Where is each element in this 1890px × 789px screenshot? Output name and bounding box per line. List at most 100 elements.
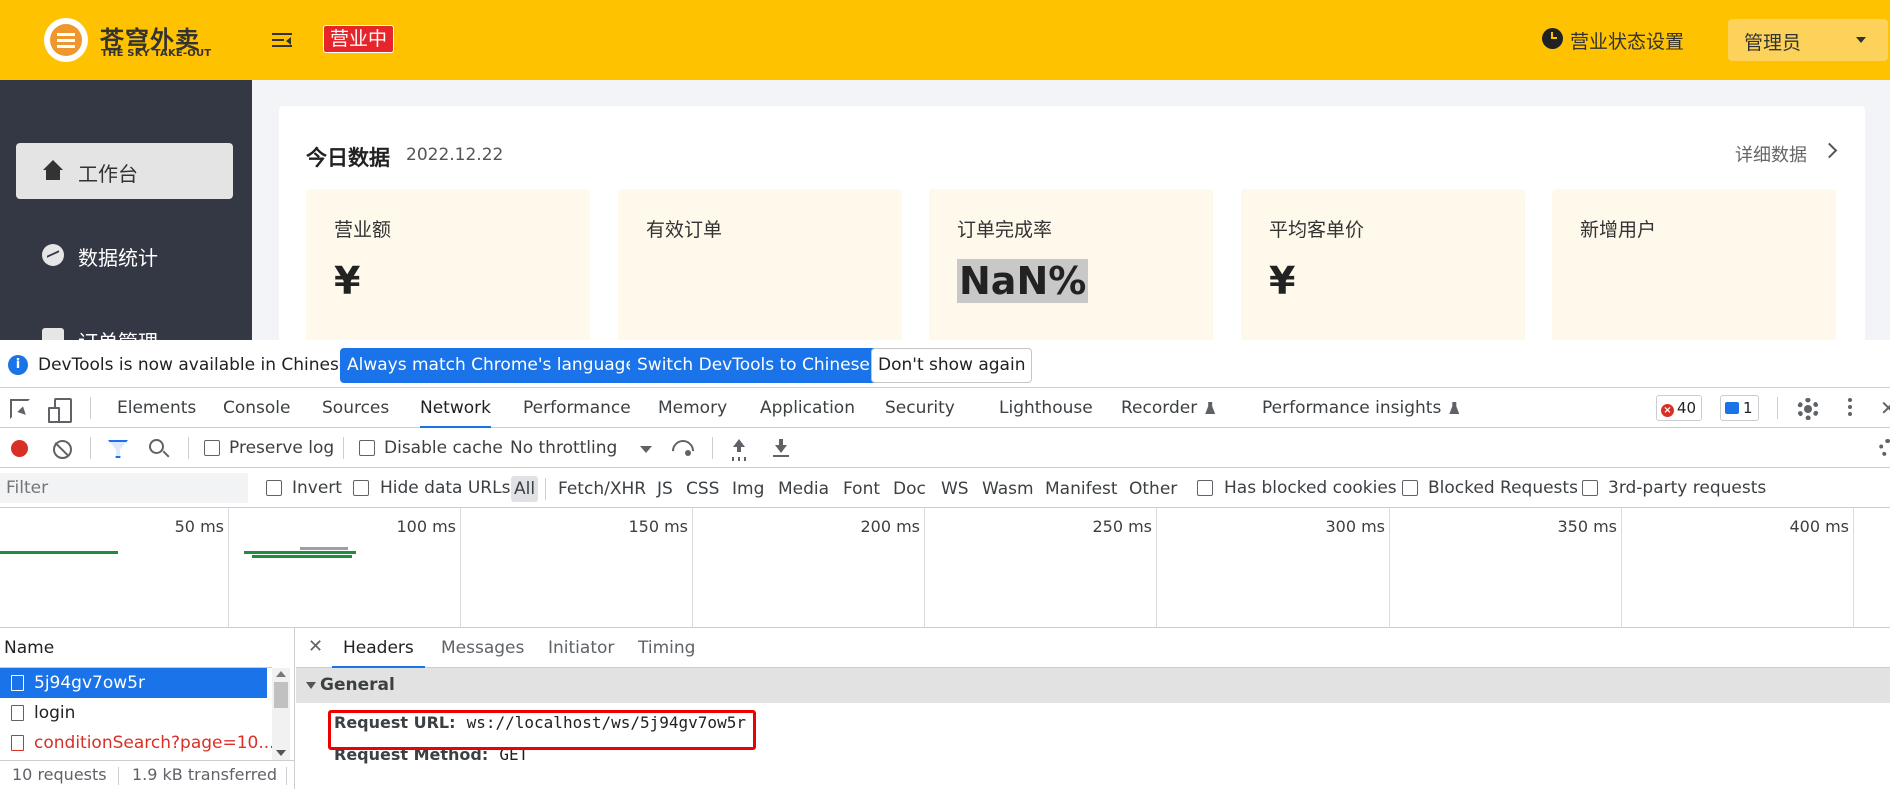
request-row[interactable]: login bbox=[0, 698, 267, 728]
tab-performance[interactable]: Performance bbox=[523, 388, 631, 428]
divider bbox=[188, 437, 189, 459]
today-data-card: 今日数据 2022.12.22 详细数据 营业额 ¥ 有效订单 订单完成率 Na… bbox=[279, 106, 1865, 340]
sidebar-item-orders[interactable]: 订单管理 bbox=[16, 311, 233, 340]
caret-down-icon bbox=[1856, 37, 1866, 43]
tab-messages[interactable]: Messages bbox=[441, 628, 524, 668]
general-section-header[interactable]: General bbox=[296, 668, 1890, 703]
filter-type-font[interactable]: Font bbox=[840, 476, 883, 502]
tab-initiator[interactable]: Initiator bbox=[548, 628, 614, 668]
dont-show-again-button[interactable]: Don't show again bbox=[871, 348, 1033, 383]
filter-type-media[interactable]: Media bbox=[775, 476, 832, 502]
filter-type-wasm[interactable]: Wasm bbox=[979, 476, 1037, 502]
divider bbox=[545, 478, 546, 500]
tab-timing[interactable]: Timing bbox=[638, 628, 695, 668]
filter-type-ws[interactable]: WS bbox=[938, 476, 972, 502]
request-bar bbox=[300, 547, 348, 550]
switch-language-button[interactable]: Switch DevTools to Chinese bbox=[630, 348, 877, 383]
import-har-icon[interactable] bbox=[731, 439, 747, 457]
filter-type-other[interactable]: Other bbox=[1126, 476, 1180, 502]
tab-network[interactable]: Network bbox=[420, 388, 491, 428]
filter-type-all[interactable]: All bbox=[511, 476, 539, 502]
match-language-button[interactable]: Always match Chrome's language bbox=[340, 348, 643, 383]
chevron-right-icon[interactable] bbox=[1821, 142, 1838, 159]
inspect-element-icon[interactable] bbox=[10, 399, 30, 419]
scroll-thumb[interactable] bbox=[274, 682, 288, 708]
filter-type-doc[interactable]: Doc bbox=[890, 476, 929, 502]
tab-performance-insights[interactable]: Performance insights bbox=[1262, 388, 1460, 428]
filter-type-css[interactable]: CSS bbox=[683, 476, 722, 502]
tab-recorder[interactable]: Recorder bbox=[1121, 388, 1216, 428]
close-devtools-icon[interactable]: ✕ bbox=[1880, 398, 1890, 418]
tick-label: 400 ms bbox=[1789, 517, 1849, 536]
request-list-scrollbar[interactable] bbox=[272, 668, 290, 760]
divider bbox=[90, 437, 91, 459]
tab-elements[interactable]: Elements bbox=[117, 388, 196, 428]
request-row[interactable]: 5j94gv7ow5r bbox=[0, 668, 267, 698]
name-column-header[interactable]: Name bbox=[0, 628, 272, 668]
hide-data-urls-checkbox[interactable] bbox=[353, 480, 369, 496]
sidebar-item-workbench[interactable]: 工作台 bbox=[16, 143, 233, 199]
throttling-select[interactable]: No throttling bbox=[510, 438, 617, 458]
stat-revenue: 营业额 ¥ bbox=[306, 189, 590, 340]
clock-icon bbox=[1542, 28, 1563, 49]
scroll-up-icon[interactable] bbox=[276, 671, 286, 677]
tab-security[interactable]: Security bbox=[885, 388, 955, 428]
request-name: login bbox=[34, 703, 76, 723]
filter-type-img[interactable]: Img bbox=[729, 476, 767, 502]
tick-line bbox=[460, 508, 461, 628]
language-infobar: i DevTools is now available in Chinese! … bbox=[0, 340, 1890, 388]
filter-icon[interactable] bbox=[108, 440, 128, 458]
blocked-cookies-checkbox[interactable] bbox=[1197, 480, 1213, 496]
tab-headers[interactable]: Headers bbox=[332, 628, 425, 668]
settings-gear-icon[interactable] bbox=[1797, 398, 1819, 420]
infobar-text: DevTools is now available in Chinese! bbox=[38, 355, 357, 375]
flask-icon bbox=[1449, 402, 1460, 414]
web-app: 苍穹外卖 THE SKY TAKE-OUT 营业中 营业状态设置 管理员 工作台… bbox=[0, 0, 1890, 340]
clear-icon[interactable] bbox=[53, 440, 72, 459]
tab-console[interactable]: Console bbox=[223, 388, 291, 428]
filter-type-manifest[interactable]: Manifest bbox=[1042, 476, 1121, 502]
tab-lighthouse[interactable]: Lighthouse bbox=[999, 388, 1093, 428]
more-options-icon[interactable] bbox=[1848, 398, 1852, 418]
tick-label: 300 ms bbox=[1325, 517, 1385, 536]
tick-label: 350 ms bbox=[1557, 517, 1617, 536]
logo-icon bbox=[44, 18, 88, 62]
blocked-requests-checkbox[interactable] bbox=[1402, 480, 1418, 496]
tab-memory[interactable]: Memory bbox=[658, 388, 727, 428]
request-row[interactable]: conditionSearch?page=10... bbox=[0, 728, 275, 758]
admin-dropdown[interactable]: 管理员 bbox=[1728, 19, 1888, 61]
caret-down-icon[interactable] bbox=[640, 446, 652, 453]
network-overview-timeline[interactable]: 50 ms 100 ms 150 ms 200 ms 250 ms 300 ms… bbox=[0, 508, 1890, 628]
tab-application[interactable]: Application bbox=[760, 388, 855, 428]
filter-type-js[interactable]: JS bbox=[654, 476, 676, 502]
error-count-badge[interactable]: × 40 bbox=[1656, 395, 1703, 421]
tab-sources[interactable]: Sources bbox=[322, 388, 389, 428]
filter-input[interactable] bbox=[0, 473, 248, 503]
stat-label: 营业额 bbox=[334, 219, 392, 241]
tick-line bbox=[924, 508, 925, 628]
preserve-log-checkbox[interactable] bbox=[204, 440, 220, 456]
status-settings-button[interactable]: 营业状态设置 bbox=[1570, 27, 1684, 54]
stat-label: 有效订单 bbox=[646, 219, 723, 241]
invert-checkbox[interactable] bbox=[266, 480, 282, 496]
detail-data-link[interactable]: 详细数据 bbox=[1735, 141, 1807, 167]
general-section-title: General bbox=[320, 675, 395, 695]
disable-cache-checkbox[interactable] bbox=[359, 440, 375, 456]
network-conditions-icon[interactable] bbox=[672, 438, 694, 458]
filter-type-fetch-xhr[interactable]: Fetch/XHR bbox=[555, 476, 649, 502]
message-count-badge[interactable]: 1 bbox=[1720, 395, 1759, 421]
network-settings-icon[interactable] bbox=[1879, 439, 1890, 457]
search-icon[interactable] bbox=[149, 439, 164, 454]
third-party-checkbox[interactable] bbox=[1582, 480, 1598, 496]
scroll-down-icon[interactable] bbox=[276, 750, 286, 756]
device-toolbar-icon[interactable] bbox=[48, 398, 72, 423]
stat-value: ¥ bbox=[334, 259, 361, 303]
sidebar-item-statistics[interactable]: 数据统计 bbox=[16, 227, 233, 283]
transferred-size: 1.9 kB transferred bbox=[132, 765, 277, 784]
network-toolbar: Preserve log Disable cache No throttling bbox=[0, 428, 1890, 468]
hide-data-urls-label: Hide data URLs bbox=[380, 478, 511, 498]
request-bar bbox=[244, 551, 356, 554]
menu-collapse-icon[interactable] bbox=[270, 28, 294, 52]
close-detail-icon[interactable]: ✕ bbox=[308, 638, 323, 656]
record-icon[interactable] bbox=[11, 440, 28, 457]
